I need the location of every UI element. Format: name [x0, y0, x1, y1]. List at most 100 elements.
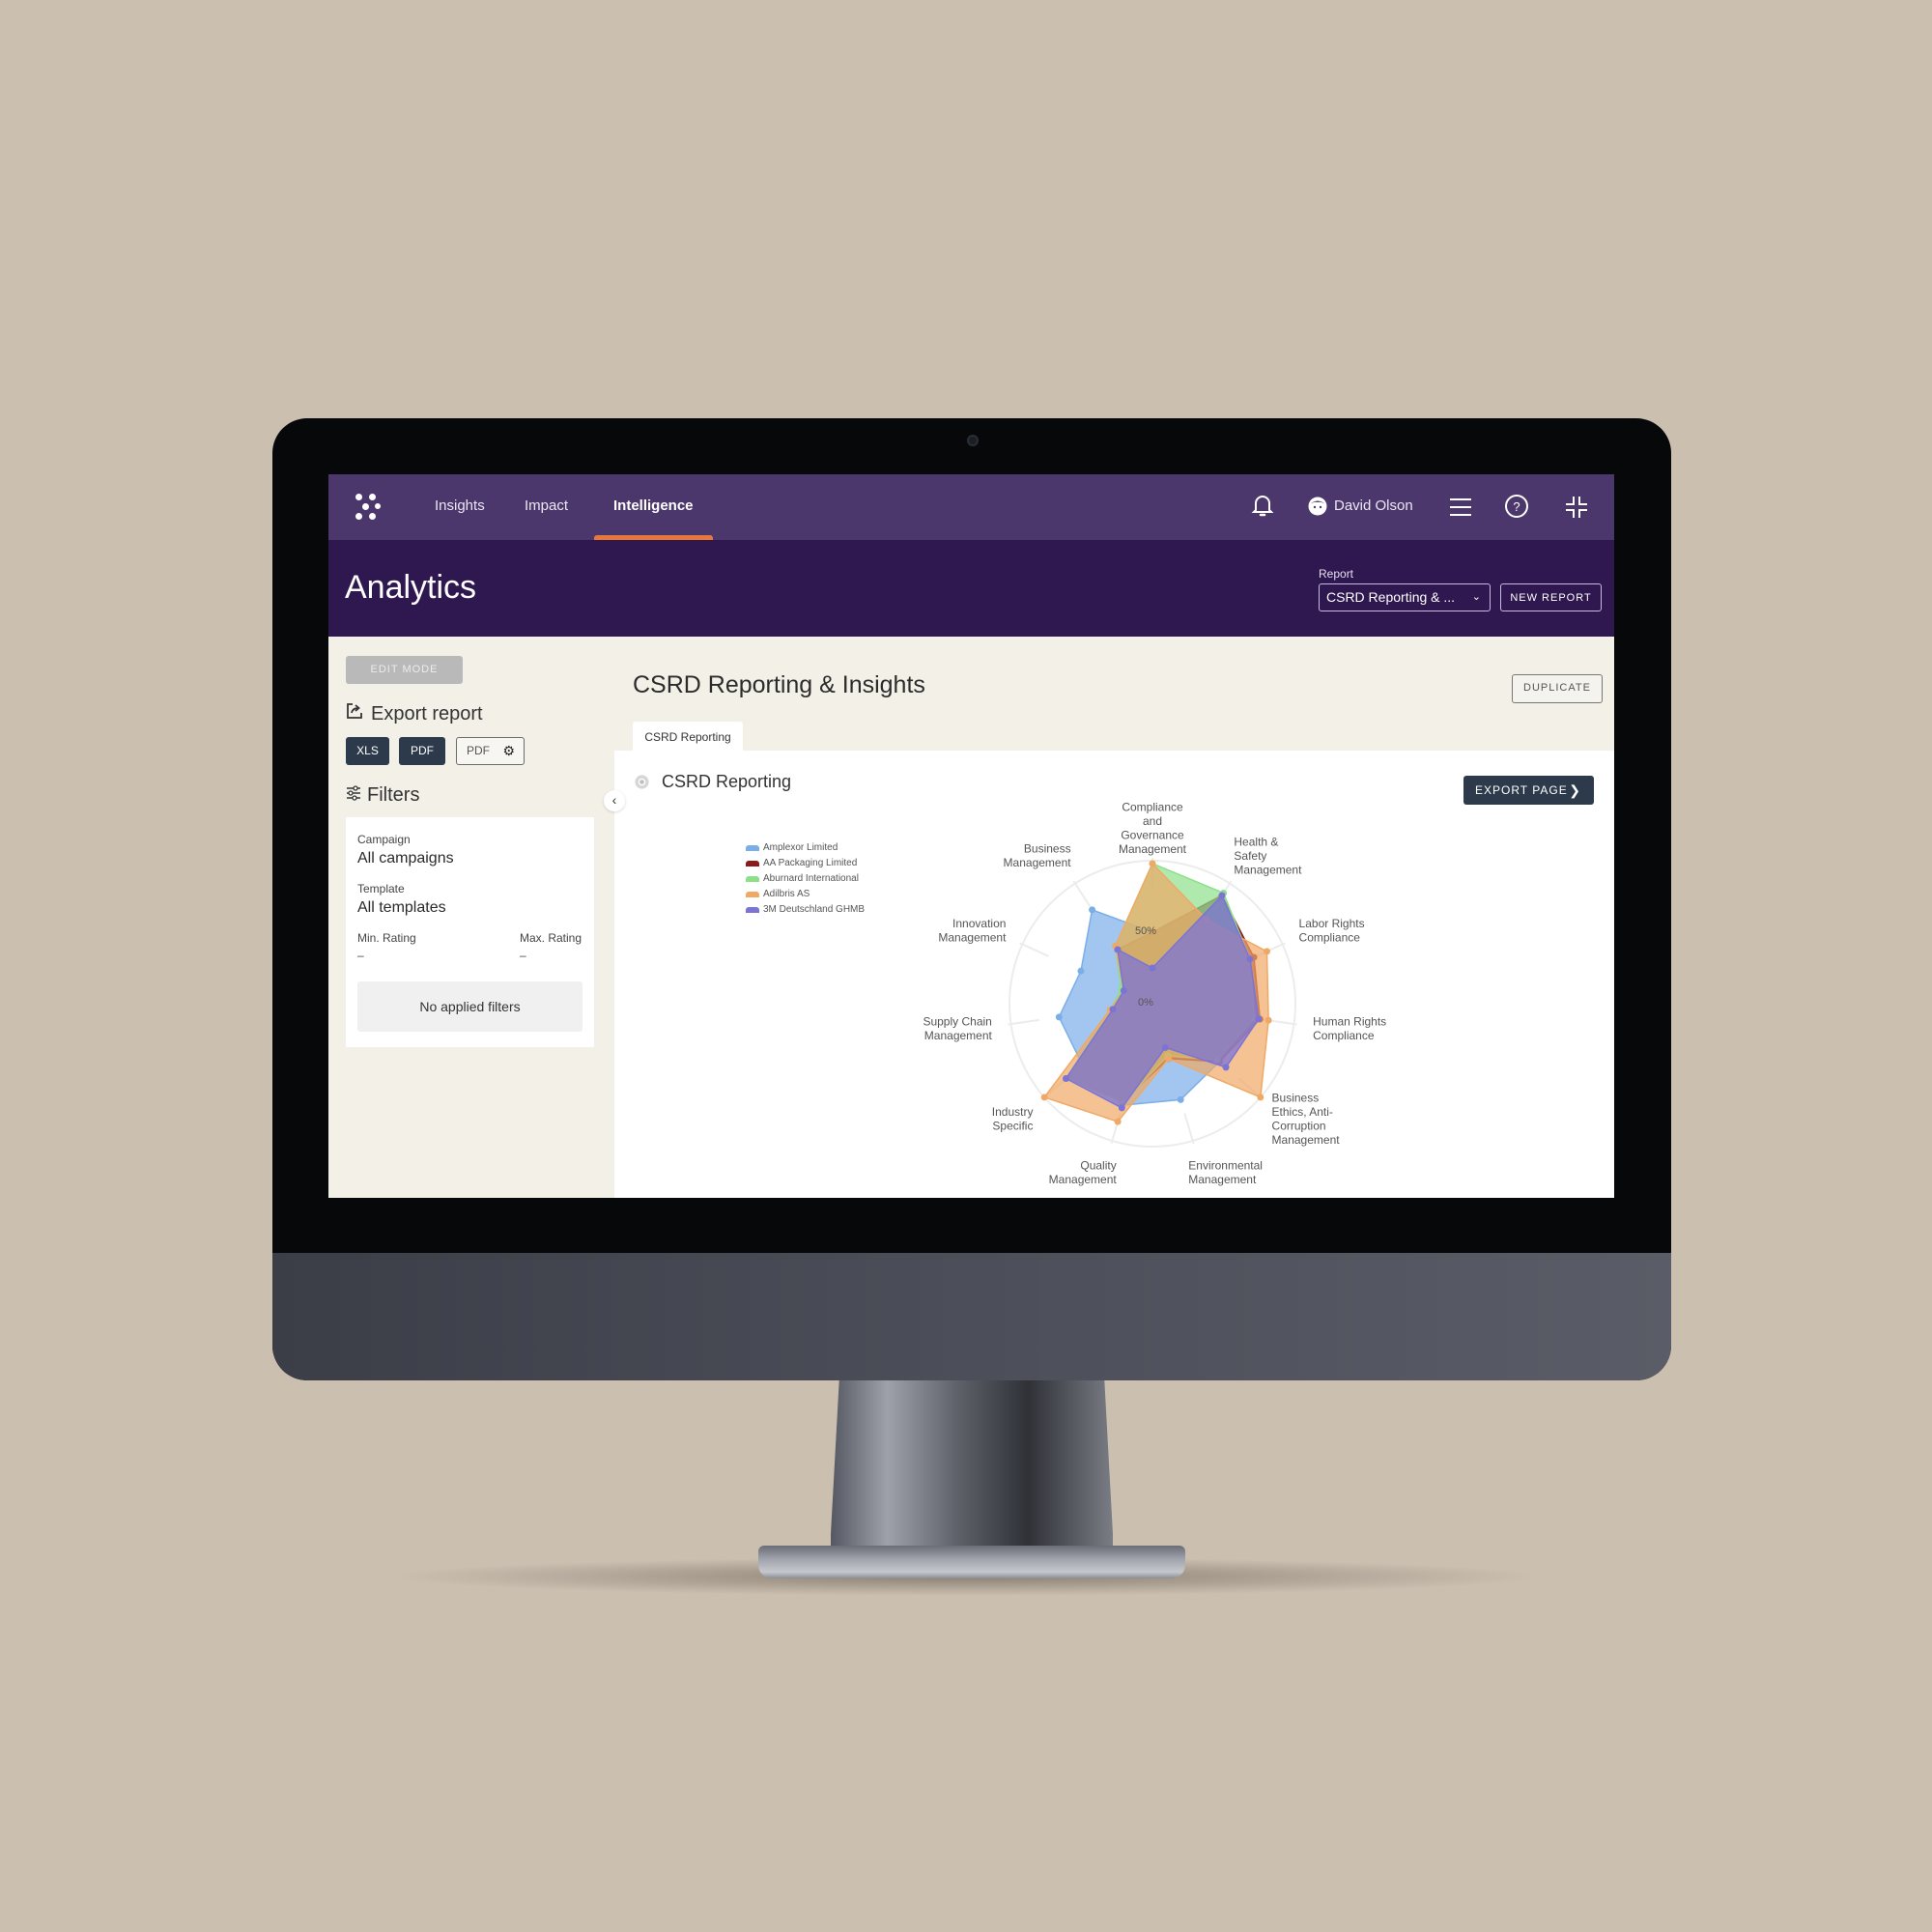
page-title: Analytics [345, 569, 477, 606]
radar-point [1257, 1094, 1264, 1101]
export-report-title: Export report [371, 703, 483, 724]
filters-heading: Filters [346, 784, 419, 807]
new-report-button[interactable]: NEW REPORT [1500, 583, 1602, 611]
radar-point [1109, 1006, 1117, 1013]
export-pdf-button[interactable]: PDF [399, 737, 445, 765]
radar-axis-label-line: Industry [992, 1105, 1034, 1119]
radar-axis-label-line: Management [1004, 856, 1072, 869]
radar-spoke [1183, 1113, 1195, 1145]
radar-axis-label: Supply Chain Management [923, 1015, 992, 1043]
radar-axis-label: Innovation Management [938, 917, 1007, 945]
duplicate-button[interactable]: DUPLICATE [1512, 674, 1603, 703]
radar-axis-label: Business Ethics, Anti-Corruption Managemen… [1272, 1091, 1341, 1147]
radar-point [1165, 1055, 1173, 1063]
radar-axis-label-line: Labor Rights [1299, 917, 1365, 930]
radar-axis-label-line: Corruption [1272, 1119, 1326, 1132]
radar-axis-label: Industry Specific [992, 1105, 1034, 1133]
radar-axis-label: Labor Rights Compliance [1299, 917, 1365, 945]
export-report-heading: Export report [346, 702, 483, 725]
radar-point [1114, 946, 1122, 953]
radar-axis-label-line: Compliance [1299, 931, 1361, 945]
export-pdf-settings-button[interactable]: PDF ⚙ [456, 737, 525, 765]
radar-axis-label-line: Specific [992, 1119, 1033, 1132]
chevron-down-icon: ⌄ [1471, 591, 1481, 603]
radar-axis-label: Environmental Management [1188, 1158, 1263, 1186]
radar-point [1218, 892, 1226, 899]
monitor-chin [272, 1253, 1671, 1380]
radar-axis-label-line: Governance [1121, 828, 1184, 841]
logo-icon[interactable] [355, 494, 383, 521]
campaign-label: Campaign [357, 833, 411, 846]
radar-tick-label: 0% [1138, 997, 1153, 1009]
min-rating-value[interactable]: – [357, 949, 364, 962]
radar-axis-label-line: Compliance [1122, 800, 1183, 813]
radar-axis-label-line: Management [1119, 842, 1187, 856]
radar-point [1089, 906, 1096, 914]
hamburger-menu-icon[interactable] [1449, 497, 1472, 517]
radar-chart: 0%50%Compliance and Governance ManagementHe… [923, 800, 1386, 1186]
radar-point [1040, 1094, 1048, 1101]
bell-icon[interactable] [1251, 492, 1274, 519]
radar-point [1114, 1118, 1122, 1125]
radar-axis-label-line: Environmental [1188, 1158, 1263, 1172]
radar-point [1149, 964, 1156, 972]
nav-intelligence[interactable]: Intelligence [613, 497, 694, 514]
user-avatar-icon[interactable] [1307, 496, 1328, 517]
radar-axis-label-line: Ethics, Anti- [1272, 1105, 1333, 1119]
report-select[interactable]: CSRD Reporting & ... ⌄ [1319, 583, 1491, 611]
sliders-icon [347, 785, 360, 801]
radar-point [1055, 1013, 1063, 1021]
pdf-settings-label: PDF [467, 744, 490, 757]
radar-axis-label-line: Quality [1080, 1158, 1116, 1172]
radar-axis-label-line: Management [1234, 863, 1302, 876]
radar-axis-label: Quality Management [1049, 1158, 1118, 1186]
radar-axis-label-line: Management [1049, 1173, 1118, 1186]
export-xls-button[interactable]: XLS [346, 737, 389, 765]
min-rating-label: Min. Rating [357, 931, 416, 945]
radar-point [1149, 860, 1156, 867]
radar-axis-label-line: Management [1272, 1133, 1341, 1147]
report-label: Report [1319, 567, 1354, 581]
user-name[interactable]: David Olson [1334, 497, 1413, 514]
radar-axis-label-line: Management [924, 1029, 993, 1042]
help-icon[interactable]: ? [1504, 494, 1529, 519]
max-rating-value[interactable]: – [520, 949, 526, 962]
radar-spoke [1072, 880, 1092, 908]
radar-axis-label-line: Health & [1234, 835, 1278, 848]
radar-axis-label-line: Safety [1234, 849, 1266, 863]
report-title: CSRD Reporting & Insights [633, 671, 925, 698]
collapse-sidebar-button[interactable]: ‹ [604, 790, 625, 811]
page-header: Analytics Report CSRD Reporting & ... ⌄ … [328, 540, 1614, 637]
radar-point [1161, 1043, 1169, 1051]
svg-text:?: ? [1513, 499, 1520, 514]
radar-spoke [1008, 1018, 1039, 1026]
radar-axis-label-line: Management [1188, 1173, 1257, 1186]
radar-axis-label: Business Management [1004, 842, 1072, 870]
campaign-filter[interactable]: All campaigns [357, 850, 454, 867]
radar-point [1264, 1016, 1272, 1024]
radar-axis-label-line: Innovation [952, 917, 1006, 930]
radar-point [1118, 1104, 1125, 1112]
radar-axis-label-line: and [1143, 814, 1162, 828]
export-icon [347, 703, 362, 719]
radar-spoke [1019, 942, 1049, 957]
template-label: Template [357, 882, 405, 895]
top-nav: Insights Impact Intelligence David Olson… [328, 474, 1614, 540]
edit-mode-button[interactable]: EDIT MODE [346, 656, 463, 684]
radar-axis-label-line: Compliance [1313, 1029, 1375, 1042]
collapse-screen-icon[interactable] [1565, 496, 1588, 519]
radar-axis-label-line: Business [1272, 1091, 1320, 1104]
radar-tick-label: 50% [1135, 925, 1156, 937]
gear-icon: ⚙ [502, 743, 515, 758]
nav-impact[interactable]: Impact [525, 497, 568, 514]
monitor-stand [831, 1379, 1113, 1573]
max-rating-label: Max. Rating [520, 931, 582, 945]
report-panel: CSRD Reporting EXPORT PAGE ❯ Amplexor Li… [614, 751, 1614, 1198]
tab-csrd-reporting[interactable]: CSRD Reporting [633, 722, 743, 751]
template-filter[interactable]: All templates [357, 899, 446, 917]
filters-title: Filters [367, 784, 420, 806]
radar-axis-label-line: Supply Chain [923, 1015, 991, 1029]
radar-axis-label-line: Business [1024, 842, 1071, 856]
nav-insights[interactable]: Insights [435, 497, 485, 514]
camera [967, 435, 979, 446]
